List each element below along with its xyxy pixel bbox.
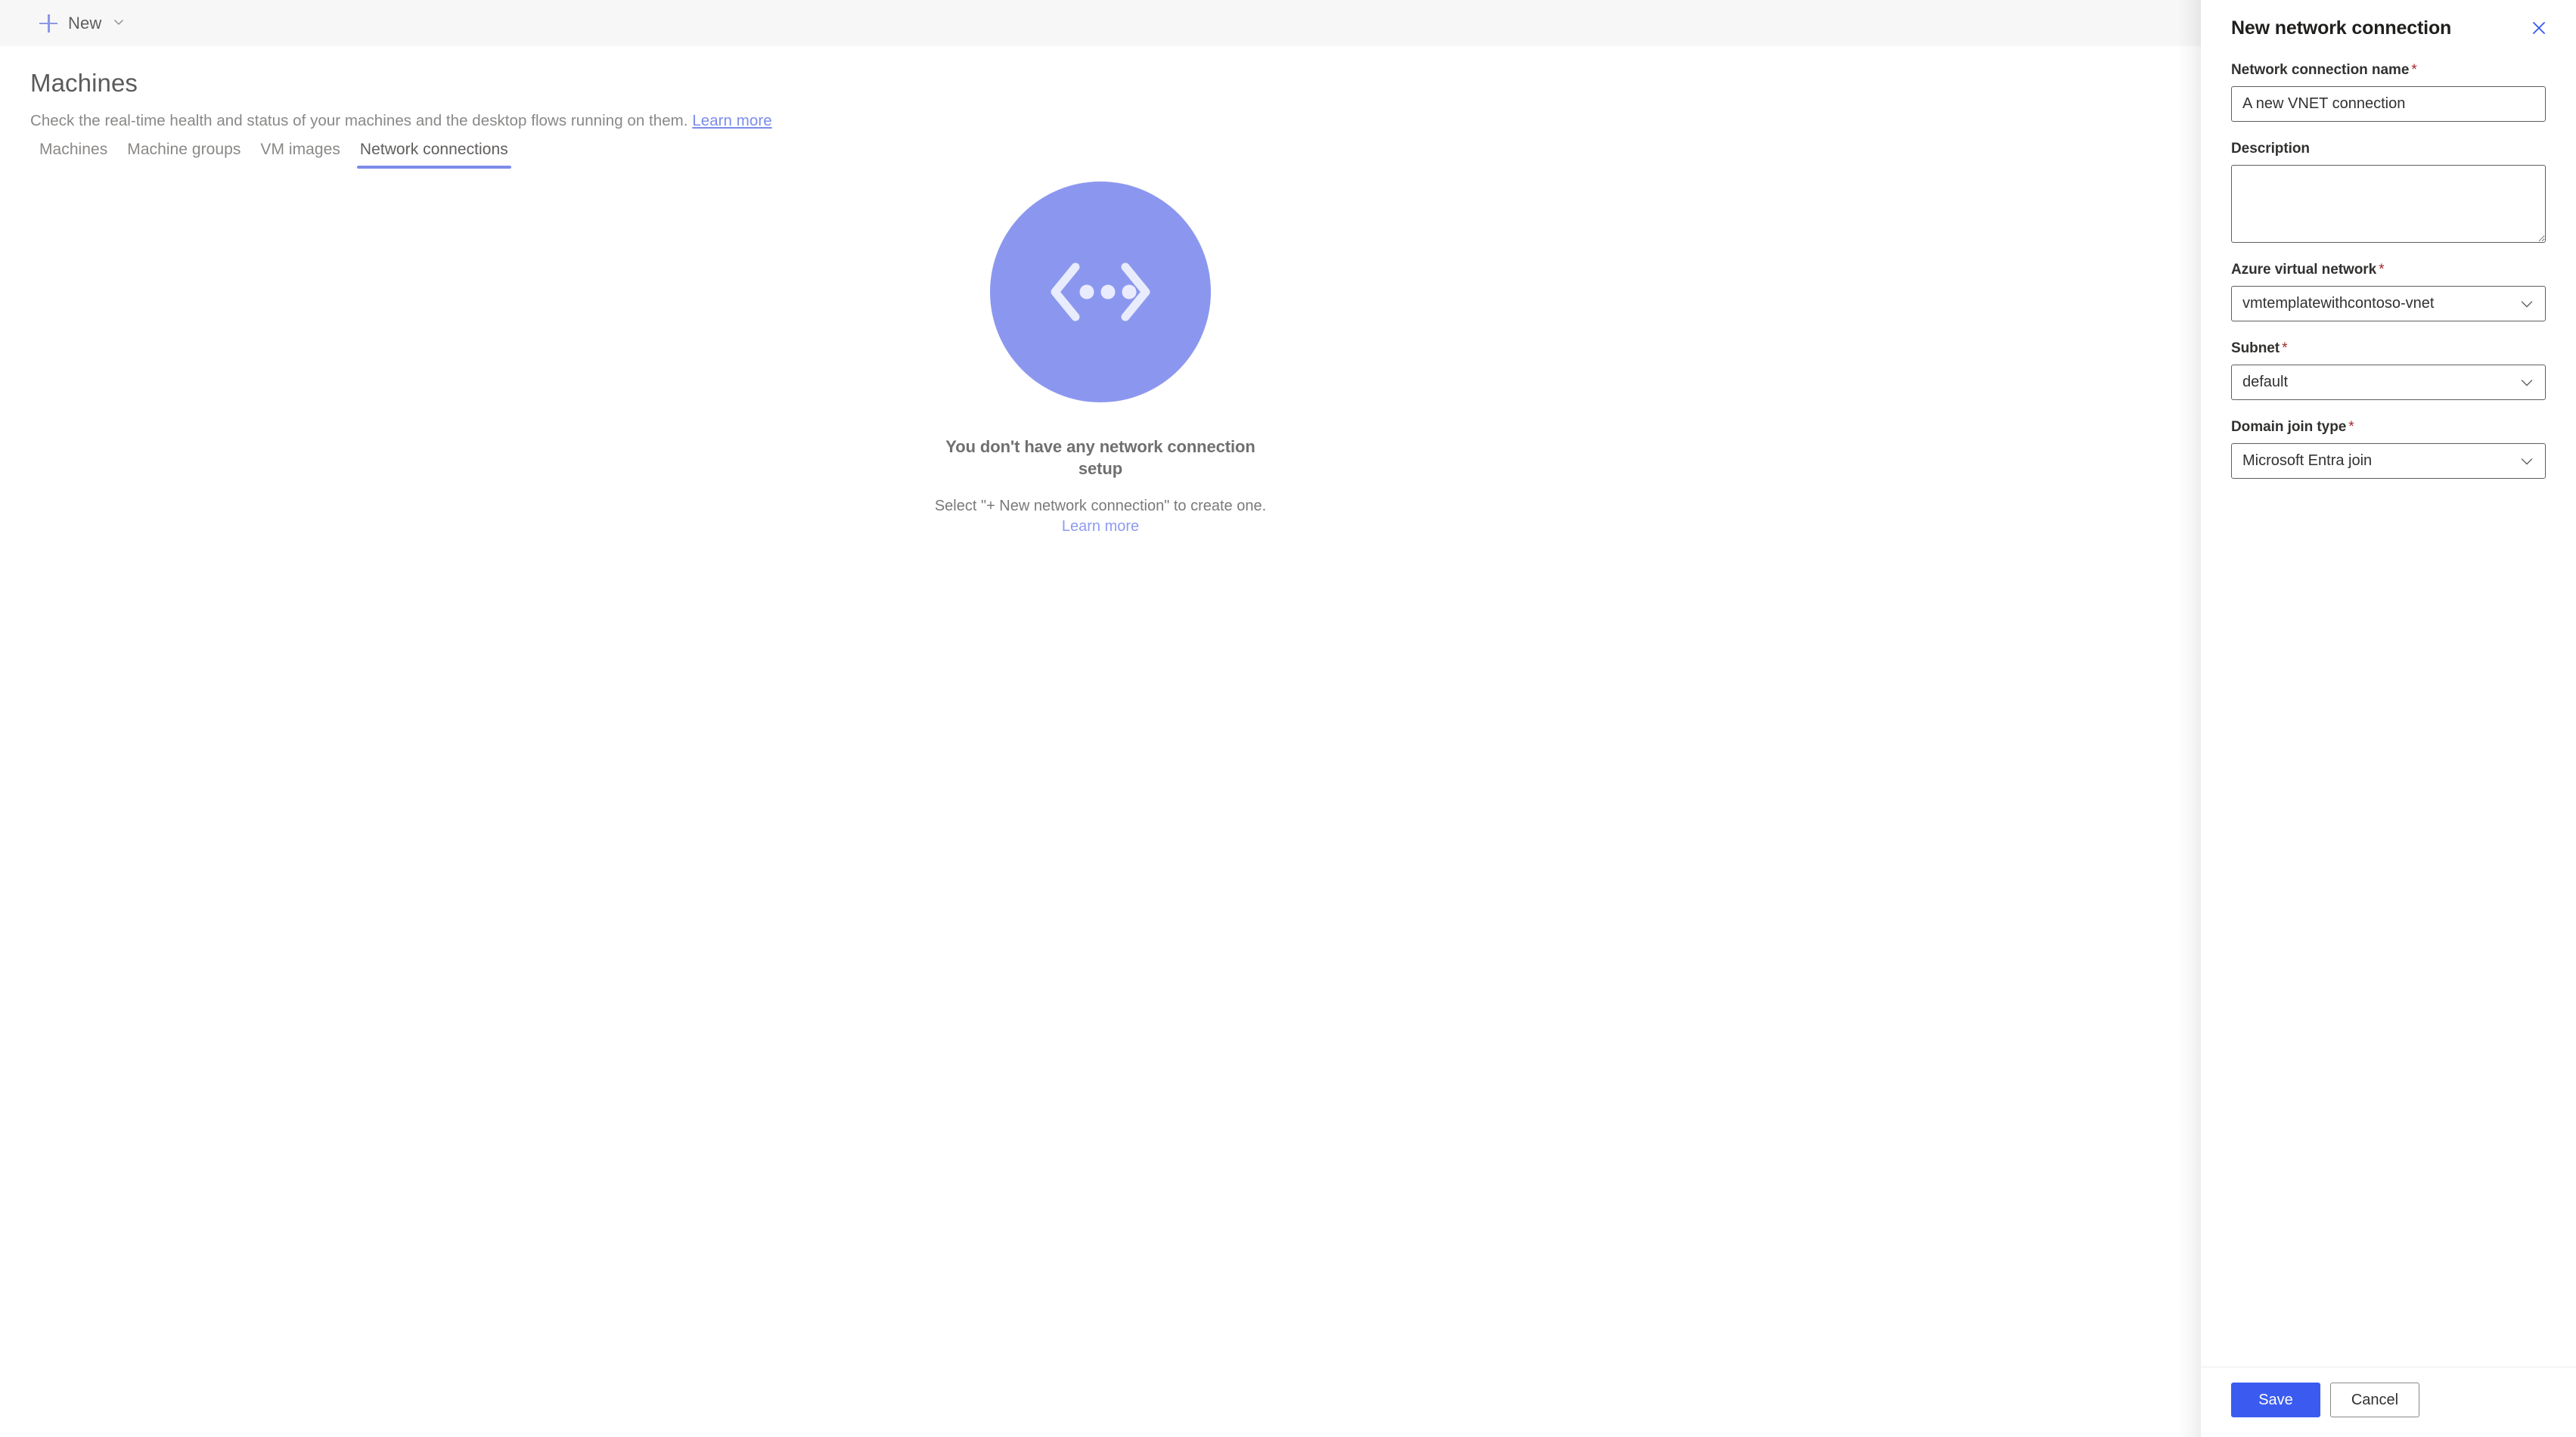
plus-icon (38, 13, 59, 34)
network-connection-name-label: Network connection name * (2231, 62, 2546, 79)
tab-list: Machines Machine groups VM images Networ… (30, 141, 518, 169)
empty-state: You don't have any network connection se… (0, 182, 2201, 538)
domain-join-type-label: Domain join type * (2231, 419, 2546, 436)
page-subtitle-text: Check the real-time health and status of… (30, 112, 688, 129)
field-domain-join-type: Domain join type * Microsoft Entra join (2231, 419, 2546, 479)
app-root: New Machines Check the real-time health … (0, 0, 2576, 1437)
page-subtitle-learn-more-link[interactable]: Learn more (692, 112, 771, 129)
page-header: Machines Check the real-time health and … (0, 46, 2201, 130)
required-asterisk: * (2348, 419, 2354, 435)
required-asterisk: * (2379, 262, 2385, 278)
description-label: Description (2231, 141, 2546, 157)
required-asterisk: * (2282, 340, 2288, 356)
network-connection-name-label-text: Network connection name (2231, 62, 2410, 78)
tab-network-connections[interactable]: Network connections (350, 141, 518, 169)
command-bar: New (0, 0, 2201, 46)
domain-join-type-select-wrap: Microsoft Entra join (2231, 443, 2546, 479)
new-network-connection-panel: New network connection Network connectio… (2201, 0, 2576, 1437)
description-textarea[interactable] (2231, 165, 2546, 243)
field-azure-virtual-network: Azure virtual network * vmtemplatewithcon… (2231, 262, 2546, 321)
tab-vm-images[interactable]: VM images (250, 141, 349, 169)
field-subnet: Subnet * default (2231, 340, 2546, 400)
network-connection-illustration-icon (990, 182, 1211, 402)
close-icon[interactable] (2525, 14, 2553, 42)
subnet-select-wrap: default (2231, 365, 2546, 400)
azure-virtual-network-select-wrap: vmtemplatewithcontoso-vnet (2231, 286, 2546, 321)
chevron-down-icon (112, 15, 126, 29)
azure-virtual-network-select[interactable]: vmtemplatewithcontoso-vnet (2231, 286, 2546, 321)
azure-virtual-network-label: Azure virtual network * (2231, 262, 2546, 278)
domain-join-type-label-text: Domain join type (2231, 419, 2347, 435)
page-subtitle: Check the real-time health and status of… (0, 98, 2201, 130)
panel-body: Network connection name* Description Azu… (2201, 42, 2576, 1367)
azure-virtual-network-label-text: Azure virtual network (2231, 262, 2377, 278)
field-network-connection-name: Network connection name * (2231, 62, 2546, 122)
required-asterisk: * (2411, 62, 2417, 78)
panel-header: New network connection (2201, 0, 2576, 42)
cancel-button[interactable]: Cancel (2330, 1383, 2419, 1417)
page-title: Machines (30, 69, 138, 97)
tab-machines[interactable]: Machines (30, 141, 117, 169)
save-button[interactable]: Save (2231, 1383, 2320, 1417)
new-button[interactable]: New (30, 7, 133, 40)
tab-machine-groups[interactable]: Machine groups (117, 141, 250, 169)
network-connection-name-input[interactable] (2231, 86, 2546, 122)
empty-state-title: You don't have any network connection se… (945, 437, 1255, 479)
subnet-label-text: Subnet (2231, 340, 2280, 356)
empty-state-description-text: Select "+ New network connection" to cre… (934, 498, 1267, 515)
empty-state-learn-more-link[interactable]: Learn more (1062, 518, 1139, 535)
domain-join-type-select[interactable]: Microsoft Entra join (2231, 443, 2546, 479)
empty-state-description: Select "+ New network connection" to cre… (930, 496, 1271, 538)
panel-footer: Save Cancel (2201, 1367, 2576, 1437)
description-label-text: Description (2231, 141, 2310, 157)
new-button-label: New (68, 13, 102, 33)
panel-title: New network connection (2231, 17, 2452, 39)
subnet-select[interactable]: default (2231, 365, 2546, 400)
subnet-label: Subnet * (2231, 340, 2546, 357)
field-description: Description (2231, 141, 2546, 243)
